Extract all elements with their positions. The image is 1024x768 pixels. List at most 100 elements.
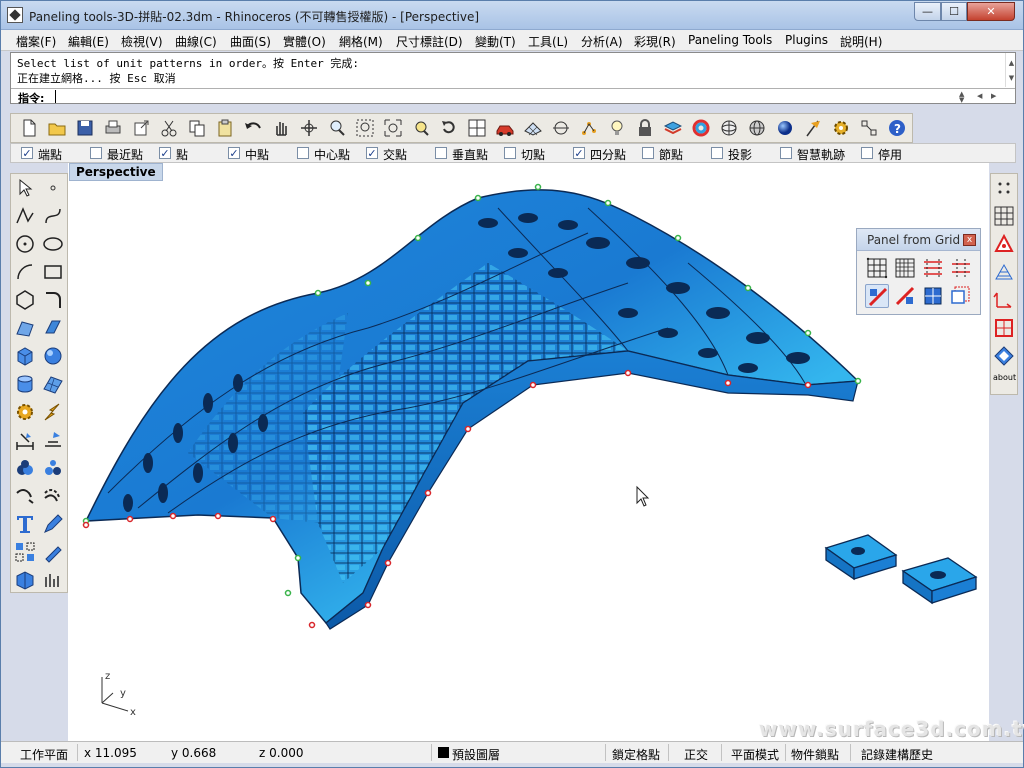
paneling-diamond-icon[interactable] bbox=[993, 345, 1015, 367]
checkbox-checked-icon[interactable]: ✓ bbox=[573, 147, 585, 159]
print-icon[interactable] bbox=[102, 117, 124, 139]
edit-pen-icon[interactable] bbox=[42, 513, 64, 535]
text-icon[interactable] bbox=[14, 513, 36, 535]
menu-plugins[interactable]: Plugins bbox=[785, 33, 828, 47]
status-grid-snap[interactable]: 鎖定格點 bbox=[612, 746, 660, 763]
panel-grid-red-icon[interactable] bbox=[921, 256, 945, 280]
menu-transform[interactable]: 變動(T) bbox=[475, 33, 516, 50]
panel-pattern-red-icon[interactable] bbox=[893, 284, 917, 308]
checkbox-checked-icon[interactable]: ✓ bbox=[21, 147, 33, 159]
menu-mesh[interactable]: 網格(M) bbox=[339, 33, 383, 50]
zoom-extents-icon[interactable] bbox=[382, 117, 404, 139]
checkbox-checked-icon[interactable]: ✓ bbox=[159, 147, 171, 159]
boolean-split-icon[interactable] bbox=[42, 457, 64, 479]
menu-solid[interactable]: 實體(O) bbox=[283, 33, 326, 50]
panel-grid-dense-icon[interactable] bbox=[893, 256, 917, 280]
panel-grid-offset-icon[interactable] bbox=[949, 256, 973, 280]
circle-icon[interactable] bbox=[14, 233, 36, 255]
ellipse-icon[interactable] bbox=[42, 233, 64, 255]
paneled-surface[interactable] bbox=[82, 183, 862, 630]
rotate-view-icon[interactable] bbox=[298, 117, 320, 139]
close-button[interactable]: ✕ bbox=[967, 2, 1015, 21]
new-file-icon[interactable] bbox=[18, 117, 40, 139]
rhino-app-icon[interactable] bbox=[7, 7, 23, 23]
prompt-spinner[interactable]: ▲ ▼ ◀ ▶ bbox=[955, 90, 999, 104]
menu-curve[interactable]: 曲線(C) bbox=[175, 33, 217, 50]
triangle-panel-icon[interactable] bbox=[993, 233, 1015, 255]
status-layer[interactable]: 預設圖層 bbox=[452, 746, 500, 763]
select-arrow-icon[interactable] bbox=[14, 177, 36, 199]
maximize-button[interactable]: ☐ bbox=[941, 2, 967, 21]
select-points-icon[interactable] bbox=[578, 117, 600, 139]
sphere-icon[interactable] bbox=[42, 345, 64, 367]
histogram-icon[interactable] bbox=[42, 569, 64, 591]
history-scrollbar[interactable]: ▲ ▼ bbox=[1005, 53, 1016, 87]
spin-down-icon[interactable]: ▼ bbox=[959, 96, 964, 104]
four-viewports-icon[interactable] bbox=[466, 117, 488, 139]
zoom-window-icon[interactable] bbox=[354, 117, 376, 139]
panel-close-icon[interactable]: x bbox=[963, 234, 976, 246]
model-canvas[interactable]: z y x bbox=[68, 163, 989, 741]
ruler-pen-icon[interactable] bbox=[42, 541, 64, 563]
about-label[interactable]: about bbox=[993, 373, 1016, 395]
title-bar[interactable]: Paneling tools-3D-拼貼-02.3dm - Rhinoceros… bbox=[1, 1, 1023, 30]
sphere-wire-icon[interactable] bbox=[718, 117, 740, 139]
lock-icon[interactable] bbox=[634, 117, 656, 139]
export-icon[interactable] bbox=[130, 117, 152, 139]
grid-points-icon[interactable] bbox=[993, 205, 1015, 227]
car-shaded-icon[interactable] bbox=[494, 117, 516, 139]
mesh-plane-icon[interactable] bbox=[42, 373, 64, 395]
menu-analyze[interactable]: 分析(A) bbox=[581, 33, 623, 50]
copy-icon[interactable] bbox=[186, 117, 208, 139]
panel-pattern-frame-icon[interactable] bbox=[949, 284, 973, 308]
polygon-icon[interactable] bbox=[14, 289, 36, 311]
point-grid-icon[interactable] bbox=[993, 177, 1015, 199]
panel-grid-cells-icon[interactable] bbox=[865, 256, 889, 280]
scroll-down-icon[interactable]: ▼ bbox=[1007, 74, 1016, 83]
blend-curve-icon[interactable] bbox=[14, 485, 36, 507]
status-cplane[interactable]: 工作平面 bbox=[20, 746, 68, 763]
fillet-curve-icon[interactable] bbox=[42, 289, 64, 311]
menu-file[interactable]: 檔案(F) bbox=[16, 33, 56, 50]
checkbox-empty-icon[interactable] bbox=[297, 147, 309, 159]
menu-paneling-tools[interactable]: Paneling Tools bbox=[688, 33, 772, 47]
array-icon[interactable] bbox=[42, 429, 64, 451]
status-osnap[interactable]: 物件鎖點 bbox=[791, 746, 839, 763]
offset-curve-icon[interactable] bbox=[42, 485, 64, 507]
menu-surface[interactable]: 曲面(S) bbox=[230, 33, 271, 50]
light-bulb-icon[interactable] bbox=[606, 117, 628, 139]
layer-icon[interactable] bbox=[662, 117, 684, 139]
undo-icon[interactable] bbox=[242, 117, 264, 139]
globe-grid-icon[interactable] bbox=[746, 117, 768, 139]
cut-icon[interactable] bbox=[158, 117, 180, 139]
viewport-title-tab[interactable]: Perspective bbox=[69, 163, 163, 181]
perspective-viewport[interactable]: z y x Perspective bbox=[68, 163, 989, 741]
paste-icon[interactable] bbox=[214, 117, 236, 139]
menu-help[interactable]: 說明(H) bbox=[840, 33, 882, 50]
status-ortho[interactable]: 正交 bbox=[684, 746, 708, 763]
zoom-selected-icon[interactable] bbox=[410, 117, 432, 139]
boolean-union-icon[interactable] bbox=[14, 457, 36, 479]
menu-render[interactable]: 彩現(R) bbox=[634, 33, 676, 50]
solid-block-icon[interactable] bbox=[14, 569, 36, 591]
render-sphere-icon[interactable] bbox=[774, 117, 796, 139]
status-planar[interactable]: 平面模式 bbox=[731, 746, 779, 763]
arc-icon[interactable] bbox=[14, 261, 36, 283]
point-on-icon[interactable] bbox=[550, 117, 572, 139]
gear-puzzle-icon[interactable] bbox=[14, 401, 36, 423]
next-icon[interactable]: ▶ bbox=[991, 92, 996, 100]
transform-arrow-icon[interactable] bbox=[42, 401, 64, 423]
checkbox-empty-icon[interactable] bbox=[711, 147, 723, 159]
group-objects-icon[interactable] bbox=[14, 541, 36, 563]
box-icon[interactable] bbox=[14, 345, 36, 367]
layer-color-swatch[interactable] bbox=[438, 747, 449, 758]
menu-edit[interactable]: 編輯(E) bbox=[68, 33, 109, 50]
help-icon[interactable]: ? bbox=[886, 117, 908, 139]
cylinder-icon[interactable] bbox=[14, 373, 36, 395]
menu-tools[interactable]: 工具(L) bbox=[528, 33, 568, 50]
dimension-icon[interactable] bbox=[14, 429, 36, 451]
checkbox-empty-icon[interactable] bbox=[642, 147, 654, 159]
undo-view-icon[interactable] bbox=[438, 117, 460, 139]
checkbox-empty-icon[interactable] bbox=[90, 147, 102, 159]
command-input[interactable] bbox=[55, 90, 950, 103]
